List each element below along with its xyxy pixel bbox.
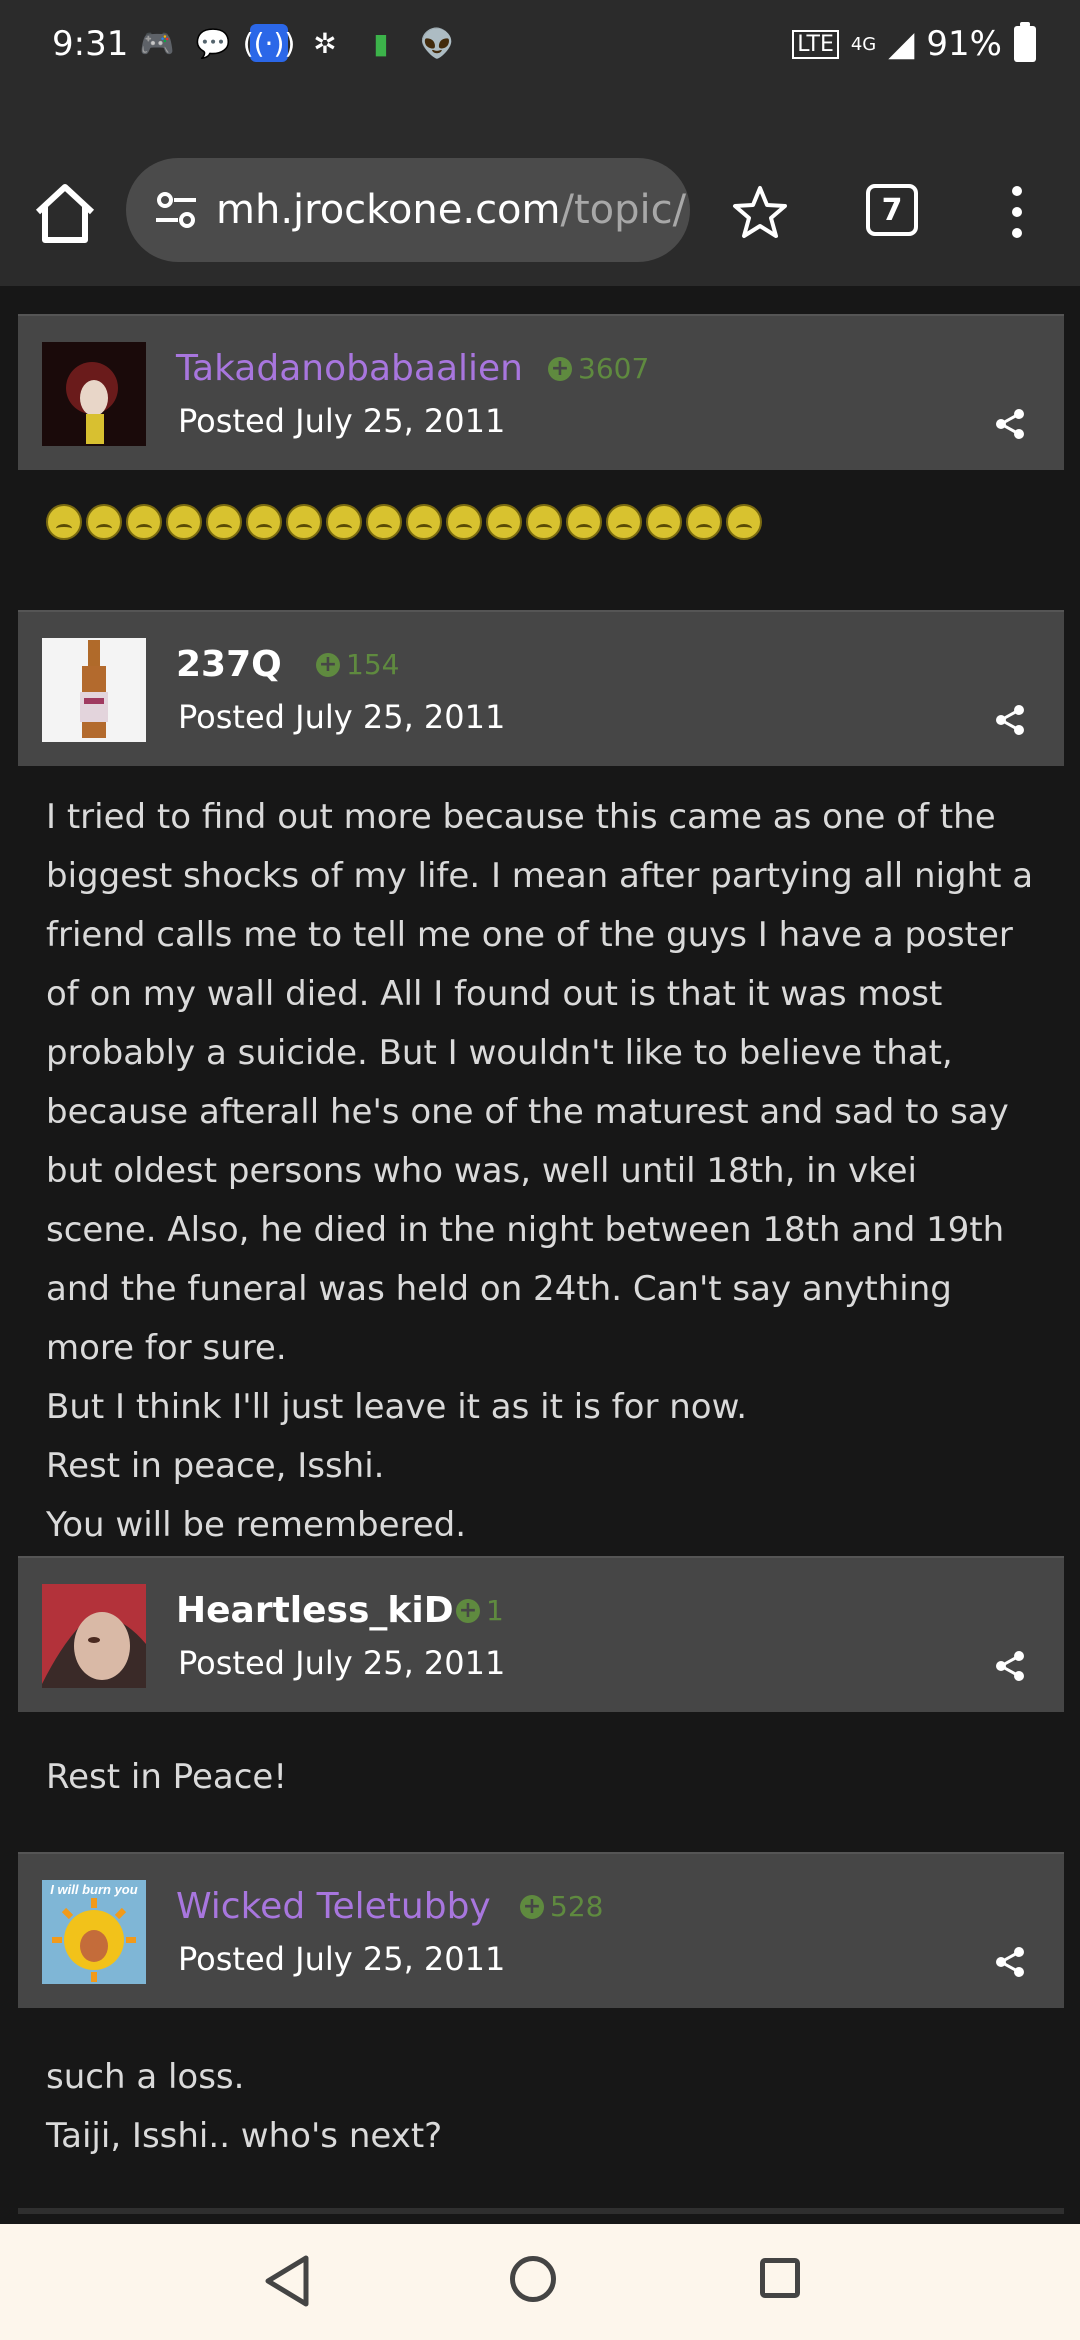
avatar[interactable]: I will burn you — [42, 1880, 146, 1984]
post-header: Heartless_kiD +1 Posted July 25, 2011 — [18, 1556, 1064, 1712]
post-body: such a loss. Taiji, Isshi.. who's next? — [18, 2008, 1064, 2208]
sad-emoji-icon — [406, 504, 442, 540]
battery-charging-icon: ▮ — [373, 26, 389, 60]
reputation-badge: +1 — [456, 1594, 504, 1627]
share-icon[interactable] — [994, 408, 1026, 440]
back-icon[interactable] — [262, 2254, 312, 2308]
discord-icon: 🎮 — [139, 26, 175, 60]
emoji-row — [46, 496, 1036, 548]
system-nav-bar — [0, 2224, 1080, 2340]
author-name[interactable]: Takadanobabaalien — [176, 348, 523, 389]
reddit-icon: 👽 — [419, 26, 455, 60]
recents-icon[interactable] — [760, 2258, 800, 2298]
post-header: I will burn you Wicked Teletubby +528 Po… — [18, 1852, 1064, 2008]
bookmark-star-icon[interactable] — [730, 182, 790, 242]
site-settings-icon[interactable] — [152, 186, 200, 234]
home-icon[interactable] — [30, 178, 100, 248]
post-date[interactable]: Posted July 25, 2011 — [178, 1644, 505, 1682]
sad-emoji-icon — [486, 504, 522, 540]
reputation-count: 528 — [550, 1890, 604, 1923]
post-date[interactable]: Posted July 25, 2011 — [178, 1940, 505, 1978]
top-strip — [18, 286, 1064, 314]
reputation-badge: +528 — [520, 1890, 603, 1923]
reputation-badge: +154 — [316, 648, 399, 681]
sad-emoji-icon — [126, 504, 162, 540]
sad-emoji-icon — [526, 504, 562, 540]
pinwheel-icon: ✲ — [313, 26, 337, 60]
status-time: 9:31 — [52, 24, 129, 64]
sad-emoji-icon — [286, 504, 322, 540]
post-paragraph: Taiji, Isshi.. who's next? — [46, 2116, 443, 2156]
url-text[interactable]: mh.jrockone.com/topic/ — [216, 187, 686, 233]
battery-icon — [1014, 22, 1036, 62]
sad-emoji-icon — [86, 504, 122, 540]
reputation-badge: +3607 — [548, 352, 649, 385]
more-menu-icon[interactable] — [1000, 186, 1034, 238]
reputation-count: 154 — [346, 648, 400, 681]
topic-content: Takadanobabaalien +3607 Posted July 25, … — [18, 286, 1064, 2224]
post-paragraph: But I think I'll just leave it as it is … — [46, 1387, 748, 1427]
sad-emoji-icon — [726, 504, 762, 540]
post-paragraph: I tried to find out more because this ca… — [46, 797, 1034, 1368]
sad-emoji-icon — [166, 504, 202, 540]
share-icon[interactable] — [994, 1946, 1026, 1978]
sad-emoji-icon — [446, 504, 482, 540]
post-divider — [18, 2208, 1064, 2214]
post-body — [18, 470, 1064, 610]
avatar[interactable] — [42, 342, 146, 446]
url-domain: mh.jrockone.com — [216, 187, 561, 233]
post-date[interactable]: Posted July 25, 2011 — [178, 698, 505, 736]
post-body: I tried to find out more because this ca… — [18, 766, 1064, 1556]
post-body: Rest in Peace! — [18, 1712, 1064, 1852]
post-header: Takadanobabaalien +3607 Posted July 25, … — [18, 314, 1064, 470]
broadcast-icon: ((·)) — [243, 24, 295, 62]
volte-icon: LTE — [792, 29, 839, 59]
tab-switcher-button[interactable]: 7 — [866, 184, 918, 236]
author-name[interactable]: Heartless_kiD — [176, 1590, 454, 1631]
sad-emoji-icon — [46, 504, 82, 540]
chat-bubble-icon: 💬 — [195, 26, 231, 60]
status-right: LTE 4G ◢ 91% — [792, 22, 1036, 64]
post-header: 237Q +154 Posted July 25, 2011 — [18, 610, 1064, 766]
url-path: /topic/ — [560, 187, 687, 233]
notification-icons: 🎮 💬 ((·)) ✲ ▮ 👽 — [138, 24, 456, 62]
author-name[interactable]: Wicked Teletubby — [176, 1886, 491, 1927]
post-paragraph: Rest in Peace! — [46, 1757, 287, 1797]
sad-emoji-icon — [246, 504, 282, 540]
sad-emoji-icon — [366, 504, 402, 540]
sad-emoji-icon — [206, 504, 242, 540]
plus-icon: + — [520, 1894, 544, 1919]
signal-icon: ◢ — [888, 24, 915, 64]
plus-icon: + — [548, 356, 572, 381]
network-type: 4G — [850, 33, 877, 55]
status-bar: 9:31 🎮 💬 ((·)) ✲ ▮ 👽 LTE 4G ◢ 91% — [0, 0, 1080, 96]
post-paragraph: Rest in peace, Isshi. — [46, 1446, 385, 1486]
avatar-caption: I will burn you — [50, 1882, 137, 1897]
sad-emoji-icon — [686, 504, 722, 540]
author-name[interactable]: 237Q — [176, 644, 282, 685]
reputation-count: 3607 — [578, 352, 650, 385]
post-paragraph: You will be remembered. — [46, 1505, 467, 1545]
sad-emoji-icon — [646, 504, 682, 540]
plus-icon: + — [316, 652, 340, 677]
post-paragraph: such a loss. — [46, 2057, 245, 2097]
post-date[interactable]: Posted July 25, 2011 — [178, 402, 505, 440]
home-nav-icon[interactable] — [510, 2256, 556, 2302]
sad-emoji-icon — [326, 504, 362, 540]
browser-toolbar: mh.jrockone.com/topic/ 7 — [0, 96, 1080, 286]
share-icon[interactable] — [994, 704, 1026, 736]
sad-emoji-icon — [566, 504, 602, 540]
plus-icon: + — [456, 1598, 480, 1623]
avatar[interactable] — [42, 1584, 146, 1688]
address-bar[interactable]: mh.jrockone.com/topic/ — [126, 158, 690, 262]
avatar[interactable] — [42, 638, 146, 742]
share-icon[interactable] — [994, 1650, 1026, 1682]
sad-emoji-icon — [606, 504, 642, 540]
battery-percent: 91% — [926, 24, 1002, 64]
reputation-count: 1 — [486, 1594, 504, 1627]
